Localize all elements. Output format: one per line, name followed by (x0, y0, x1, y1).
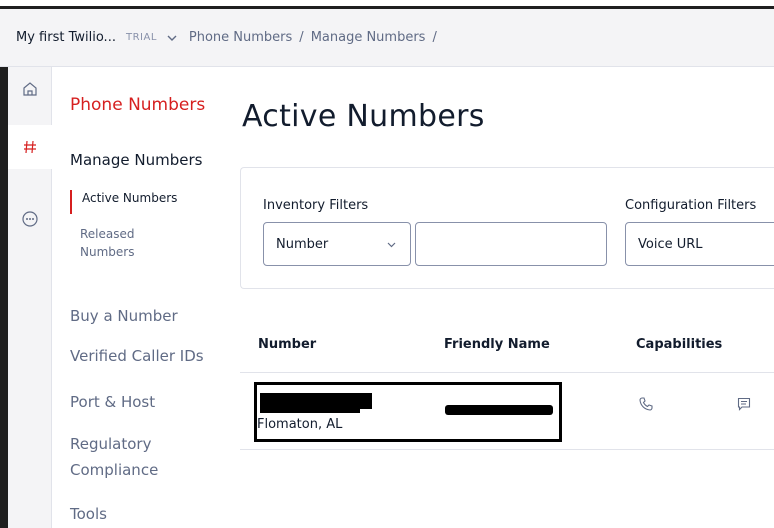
inventory-filter-value: Number (276, 236, 329, 252)
chevron-down-icon[interactable] (165, 31, 179, 45)
breadcrumb-phone-numbers[interactable]: Phone Numbers (189, 30, 292, 45)
page-title: Active Numbers (242, 99, 485, 134)
voice-icon (639, 397, 653, 411)
redacted-friendly-name (445, 405, 553, 415)
redacted-number (260, 393, 372, 413)
sub-navigation: Phone Numbers Manage Numbers Active Numb… (52, 67, 222, 528)
subnav-tools[interactable]: Tools (70, 501, 107, 527)
subnav-manage-numbers[interactable]: Manage Numbers (70, 151, 202, 169)
table-row[interactable]: Flomaton, AL (240, 374, 774, 450)
column-number: Number (258, 337, 317, 352)
configuration-filter-select[interactable]: Voice URL (625, 222, 774, 266)
column-friendly-name: Friendly Name (444, 337, 550, 352)
subnav-section-title[interactable]: Phone Numbers (70, 95, 205, 115)
breadcrumb-separator: / (299, 30, 304, 45)
subnav-active-numbers[interactable]: Active Numbers (70, 190, 177, 214)
breadcrumb-separator: / (432, 30, 437, 45)
configuration-filters-label: Configuration Filters (625, 198, 757, 213)
account-name[interactable]: My first Twilio... (16, 30, 116, 45)
filters-panel: Inventory Filters Number Configuration F… (240, 167, 774, 289)
main-content: Active Numbers Inventory Filters Number … (222, 67, 774, 528)
rail-phone-numbers[interactable] (8, 125, 52, 169)
window-top-edge (0, 0, 774, 9)
subnav-regulatory-compliance[interactable]: Regulatory Compliance (70, 431, 180, 483)
subnav-buy-number[interactable]: Buy a Number (70, 303, 178, 329)
breadcrumb-manage-numbers[interactable]: Manage Numbers (311, 30, 426, 45)
number-location: Flomaton, AL (257, 417, 343, 432)
icon-rail (8, 67, 52, 528)
more-icon (22, 211, 38, 227)
sms-icon (737, 397, 751, 411)
chevron-down-icon (387, 242, 396, 248)
inventory-filters-label: Inventory Filters (263, 198, 369, 213)
rail-more[interactable] (8, 197, 52, 241)
inventory-filter-input[interactable] (415, 222, 607, 266)
inventory-filter-select[interactable]: Number (263, 222, 411, 266)
home-icon (23, 82, 37, 96)
table-header: Number Friendly Name Capabilities (240, 329, 774, 373)
hash-icon (24, 140, 36, 154)
subnav-released-numbers[interactable]: Released Numbers (80, 225, 170, 261)
redaction-box: Flomaton, AL (254, 382, 562, 442)
rail-home[interactable] (8, 67, 52, 111)
configuration-filter-value: Voice URL (638, 236, 703, 252)
subnav-port-host[interactable]: Port & Host (70, 389, 155, 415)
column-capabilities: Capabilities (636, 337, 723, 352)
trial-badge: TRIAL (125, 32, 157, 43)
subnav-verified-caller-ids[interactable]: Verified Caller IDs (70, 343, 204, 369)
window-left-edge (0, 67, 8, 528)
top-bar: My first Twilio... TRIAL Phone Numbers /… (0, 9, 774, 67)
